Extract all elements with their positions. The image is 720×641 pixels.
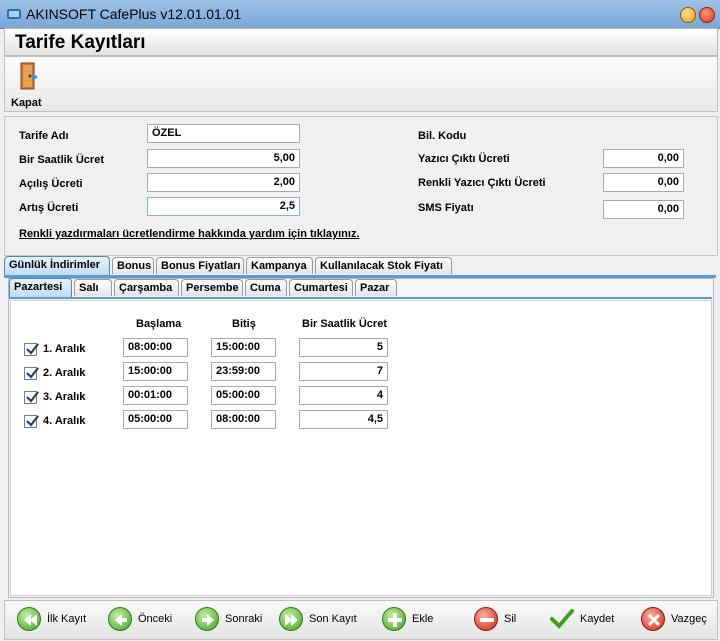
- minimize-button[interactable]: [680, 7, 696, 23]
- app-icon: [6, 6, 22, 22]
- interval-4-fee-input[interactable]: 4,5: [299, 410, 388, 429]
- x-icon: [641, 607, 665, 631]
- interval-1-label: 1. Aralık: [43, 343, 86, 355]
- opening-fee-input[interactable]: 2,00: [147, 173, 300, 192]
- tab-thursday[interactable]: Persembe: [181, 279, 243, 296]
- increase-fee-label: Artış Ücreti: [19, 202, 79, 214]
- interval-4-start-input[interactable]: 05:00:00: [123, 410, 188, 429]
- sms-price-label: SMS Fiyatı: [418, 202, 474, 214]
- start-column-header: Başlama: [136, 318, 182, 330]
- tab-bonus-prices[interactable]: Bonus Fiyatları: [156, 257, 244, 274]
- previous-label: Önceki: [138, 613, 173, 625]
- tariff-name-input[interactable]: ÖZEL: [147, 124, 300, 143]
- interval-2-end-input[interactable]: 23:59:00: [211, 362, 276, 381]
- interval-2-fee-input[interactable]: 7: [299, 362, 388, 381]
- page-title: Tarife Kayıtları: [15, 32, 146, 53]
- title-bar[interactable]: AKINSOFT CafePlus v12.01.01.01: [0, 0, 720, 29]
- close-button-label: Kapat: [11, 97, 42, 109]
- interval-3-checkbox[interactable]: [24, 391, 39, 404]
- delete-button[interactable]: Sil: [474, 607, 529, 633]
- first-record-icon: [17, 607, 41, 631]
- close-window-button[interactable]: [699, 7, 715, 23]
- interval-2-start-input[interactable]: 15:00:00: [123, 362, 188, 381]
- arrow-right-icon: [195, 607, 219, 631]
- tab-saturday[interactable]: Cumartesi: [289, 279, 353, 296]
- first-record-label: İlk Kayıt: [47, 613, 87, 625]
- add-button[interactable]: Ekle: [382, 607, 442, 633]
- interval-1-start-input[interactable]: 08:00:00: [123, 338, 188, 357]
- bottom-action-bar: İlk Kayıt Önceki Sonraki Son Kayıt Ekle …: [4, 600, 718, 640]
- page-header: Tarife Kayıtları: [4, 28, 718, 56]
- bil-code-label: Bil. Kodu: [418, 130, 467, 142]
- day-tab-underline: [9, 297, 712, 299]
- first-record-button[interactable]: İlk Kayıt: [17, 607, 97, 633]
- last-record-icon: [279, 607, 303, 631]
- interval-4-checkbox[interactable]: [24, 415, 39, 428]
- sms-price-input[interactable]: 0,00: [603, 200, 684, 219]
- last-record-button[interactable]: Son Kayıt: [279, 607, 364, 633]
- exit-door-icon: [19, 61, 39, 91]
- tab-campaign[interactable]: Kampanya: [246, 257, 313, 274]
- delete-label: Sil: [504, 613, 517, 625]
- arrow-left-icon: [108, 607, 132, 631]
- increase-fee-input[interactable]: 2,5: [147, 197, 300, 216]
- tab-wednesday[interactable]: Çarşamba: [114, 279, 179, 296]
- last-record-label: Son Kayıt: [309, 613, 357, 625]
- end-column-header: Bitiş: [232, 318, 256, 330]
- interval-4-end-input[interactable]: 08:00:00: [211, 410, 276, 429]
- color-printer-fee-label: Renkli Yazıcı Çıktı Ücreti: [418, 177, 546, 189]
- checkmark-icon: [26, 367, 39, 379]
- interval-3-fee-input[interactable]: 4: [299, 386, 388, 405]
- close-button[interactable]: Kapat: [9, 59, 49, 109]
- next-label: Sonraki: [225, 613, 263, 625]
- plus-icon: [382, 607, 406, 631]
- fee-column-header: Bir Saatlik Ücret: [302, 318, 387, 330]
- interval-3-end-input[interactable]: 05:00:00: [211, 386, 276, 405]
- interval-2-checkbox[interactable]: [24, 367, 39, 380]
- interval-3-start-input[interactable]: 00:01:00: [123, 386, 188, 405]
- minus-icon: [474, 607, 498, 631]
- add-label: Ekle: [412, 613, 434, 625]
- interval-3-label: 3. Aralık: [43, 391, 86, 403]
- save-button[interactable]: Kaydet: [550, 607, 625, 633]
- tab-stock-price[interactable]: Kullanılacak Stok Fiyatı: [315, 257, 452, 274]
- next-button[interactable]: Sonraki: [195, 607, 270, 633]
- tariff-name-label: Tarife Adı: [19, 130, 69, 142]
- main-tab-bar: Günlük İndirimler Bonus Bonus Fiyatları …: [4, 256, 716, 277]
- interval-4-label: 4. Aralık: [43, 415, 86, 427]
- day-tab-bar: Pazartesi Salı Çarşamba Persembe Cuma Cu…: [9, 278, 709, 299]
- toolbar: Kapat: [4, 56, 718, 112]
- tab-friday[interactable]: Cuma: [245, 279, 287, 296]
- cancel-button[interactable]: Vazgeç: [641, 607, 713, 633]
- tab-tuesday[interactable]: Salı: [74, 279, 112, 296]
- cancel-label: Vazgeç: [671, 613, 707, 625]
- checkmark-icon: [26, 391, 39, 403]
- interval-1-end-input[interactable]: 15:00:00: [211, 338, 276, 357]
- tab-daily-discounts[interactable]: Günlük İndirimler: [4, 256, 110, 275]
- printer-fee-label: Yazıcı Çıktı Ücreti: [418, 153, 510, 165]
- printer-fee-input[interactable]: 0,00: [603, 149, 684, 168]
- opening-fee-label: Açılış Ücreti: [19, 178, 83, 190]
- checkmark-icon: [550, 607, 574, 631]
- interval-1-fee-input[interactable]: 5: [299, 338, 388, 357]
- tab-bonus[interactable]: Bonus: [112, 257, 154, 274]
- save-label: Kaydet: [580, 613, 615, 625]
- color-printer-fee-input[interactable]: 0,00: [603, 173, 684, 192]
- checkmark-icon: [26, 343, 39, 355]
- interval-1-checkbox[interactable]: [24, 343, 39, 356]
- tab-sunday[interactable]: Pazar: [355, 279, 397, 296]
- color-print-help-link[interactable]: Renkli yazdırmaları ücretlendirme hakkın…: [19, 228, 360, 240]
- tab-monday[interactable]: Pazartesi: [9, 278, 72, 297]
- hourly-fee-input[interactable]: 5,00: [147, 149, 300, 168]
- hourly-fee-label: Bir Saatlik Ücret: [19, 154, 104, 166]
- checkmark-icon: [26, 415, 39, 427]
- interval-2-label: 2. Aralık: [43, 367, 86, 379]
- window-title: AKINSOFT CafePlus v12.01.01.01: [26, 6, 242, 22]
- previous-button[interactable]: Önceki: [108, 607, 178, 633]
